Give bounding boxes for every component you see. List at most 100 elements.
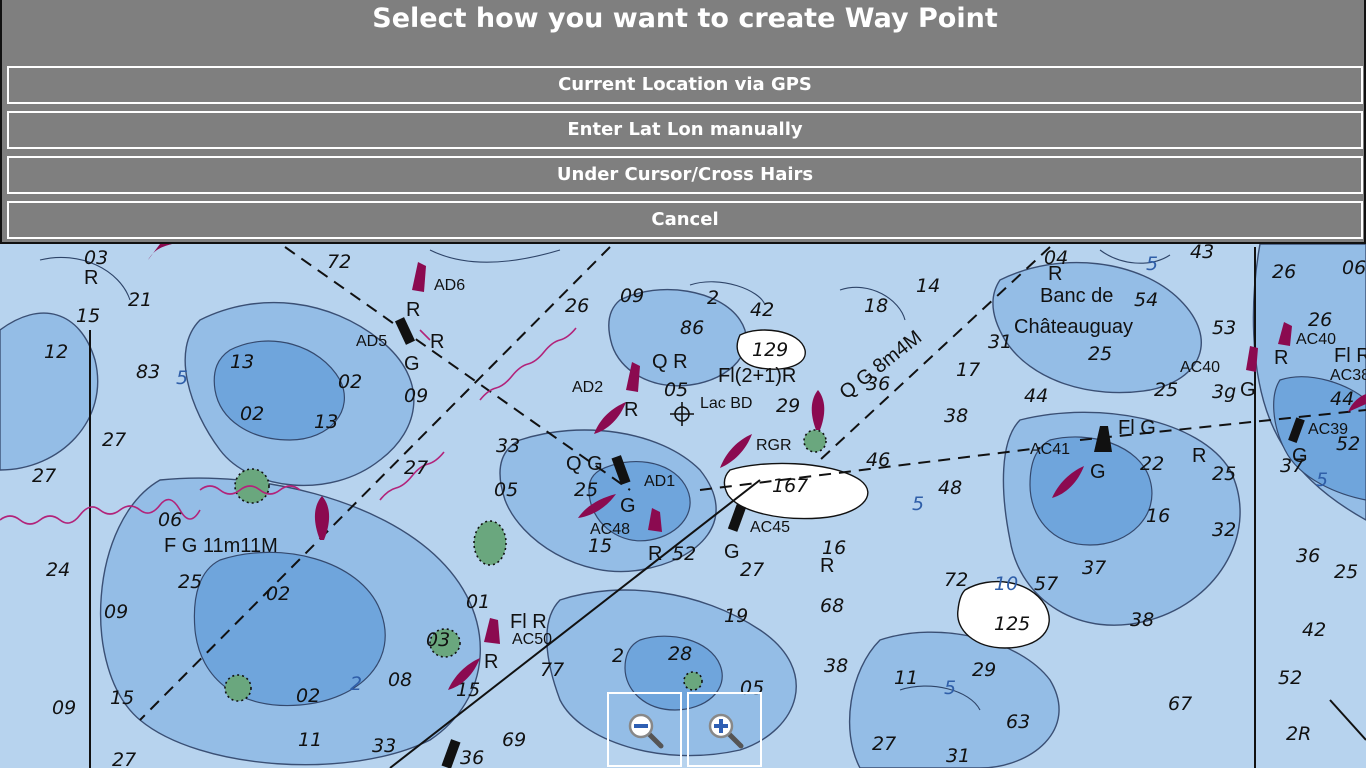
map-label-light: Fl R <box>1334 345 1366 367</box>
map-sounding: 13 <box>230 351 254 373</box>
map-sounding: 17 <box>956 359 980 381</box>
map-sounding: 29 <box>972 659 996 681</box>
map-buoy-letter: R <box>84 267 98 289</box>
map-sounding: 38 <box>1130 609 1154 631</box>
map-buoy-letter: G <box>620 495 636 517</box>
map-sounding: 68 <box>820 595 844 617</box>
zoom-out-button[interactable] <box>607 692 682 767</box>
gps-location-button[interactable]: Current Location via GPS <box>7 66 1363 104</box>
map-buoy-letter: G <box>724 541 740 563</box>
map-sounding: 38 <box>944 405 968 427</box>
map-sounding: 22 <box>1140 453 1164 475</box>
map-sounding: 2 <box>612 645 624 667</box>
map-sounding: 46 <box>866 449 890 471</box>
map-buoy-letter: R <box>430 331 444 353</box>
map-sounding: 48 <box>938 477 962 499</box>
map-label-light: F G 11m11M <box>164 535 278 557</box>
map-sounding: 25 <box>1334 561 1358 583</box>
map-sounding: 11 <box>298 729 322 751</box>
map-sounding: 44 <box>1024 385 1048 407</box>
map-buoy-letter: G <box>1240 379 1256 401</box>
map-sounding: 26 <box>565 295 589 317</box>
map-label-buoy-id: AC38 <box>1330 367 1366 384</box>
map-sounding: 36 <box>1296 545 1320 567</box>
cancel-button[interactable]: Cancel <box>7 201 1363 239</box>
map-sounding: 31 <box>946 745 970 767</box>
map-sounding: 08 <box>388 669 412 691</box>
map-sounding: 12 <box>44 341 68 363</box>
map-buoy-letter: R <box>624 399 638 421</box>
map-sounding: 44 <box>1330 388 1354 410</box>
map-sounding: 28 <box>668 643 692 665</box>
map-sounding: 02 <box>338 371 362 393</box>
map-sounding: 03 <box>426 629 450 651</box>
map-buoy-letter: R <box>484 651 498 673</box>
map-label-buoy-id: AC40 <box>1180 359 1220 376</box>
map-sounding: 52 <box>1278 667 1302 689</box>
map-sounding: 32 <box>1212 519 1236 541</box>
map-sounding: 52 <box>672 543 696 565</box>
map-sounding: 77 <box>540 659 564 681</box>
map-sounding: 36 <box>460 747 484 768</box>
map-sounding: 5 <box>1146 253 1158 275</box>
map-label-buoy-id: AC40 <box>1296 331 1336 348</box>
map-sounding: 37 <box>1082 557 1106 579</box>
cursor-crosshairs-button[interactable]: Under Cursor/Cross Hairs <box>7 156 1363 194</box>
map-sounding: 67 <box>1168 693 1192 715</box>
map-sounding: 13 <box>314 411 338 433</box>
map-sounding: 5 <box>1316 469 1328 491</box>
map-sounding: 31 <box>988 331 1012 353</box>
map-buoy-letter: R <box>1048 263 1062 285</box>
map-label-buoy-id: AD1 <box>644 473 675 490</box>
map-sounding: 25 <box>178 571 202 593</box>
map-sounding: 54 <box>1134 289 1158 311</box>
map-sounding: 167 <box>772 475 808 497</box>
map-sounding: 27 <box>404 457 428 479</box>
map-label-light: Fl(2+1)R <box>718 365 796 387</box>
map-label-buoy-id: AD2 <box>572 379 603 396</box>
map-label-light: Q R <box>652 351 688 373</box>
map-label-light: Q G <box>566 453 603 475</box>
map-sounding: 18 <box>864 295 888 317</box>
map-sounding: 02 <box>240 403 264 425</box>
map-label-rgr: RGR <box>756 437 792 454</box>
map-sounding: 09 <box>404 385 428 407</box>
dialog-title: Select how you want to create Way Point <box>372 3 998 34</box>
map-sounding: 5 <box>944 677 956 699</box>
map-sounding: 09 <box>620 285 644 307</box>
waypoint-dialog: Select how you want to create Way Point … <box>0 0 1366 244</box>
map-sounding: 33 <box>372 735 396 757</box>
map-sounding: 05 <box>664 379 688 401</box>
map-sounding: 83 <box>136 361 160 383</box>
map-label-chateauguay: Châteauguay <box>1014 316 1133 338</box>
map-sounding: 27 <box>32 465 56 487</box>
map-label-buoy-id: AC39 <box>1308 421 1348 438</box>
map-sounding: 15 <box>110 687 134 709</box>
map-label-banc: Banc de <box>1040 285 1113 307</box>
map-sounding: 16 <box>1146 505 1170 527</box>
map-buoy-letter: R <box>820 555 834 577</box>
map-sounding: 2 <box>350 673 362 695</box>
zoom-in-button[interactable] <box>687 692 762 767</box>
map-label-buoy-id: AC48 <box>590 521 630 538</box>
map-sounding: 27 <box>872 733 896 755</box>
map-sounding: 26 <box>1308 309 1332 331</box>
map-sounding: 2R <box>1286 723 1311 745</box>
zoom-out-icon <box>628 713 664 749</box>
map-sounding: 11 <box>894 667 918 689</box>
map-label-buoy-id: AC45 <box>750 519 790 536</box>
map-buoy-letter: R <box>1274 347 1288 369</box>
map-sounding: 42 <box>1302 619 1326 641</box>
map-sounding: 72 <box>944 569 968 591</box>
map-sounding: 86 <box>680 317 704 339</box>
manual-latlon-button[interactable]: Enter Lat Lon manually <box>7 111 1363 149</box>
map-sounding: 129 <box>752 339 788 361</box>
map-buoy-letter: R <box>648 543 662 565</box>
map-label-light: Fl G <box>1118 417 1156 439</box>
map-sounding: 15 <box>76 305 100 327</box>
map-sounding: 19 <box>724 605 748 627</box>
map-sounding: 5 <box>176 367 188 389</box>
map-label-buoy-id: AC50 <box>512 631 552 648</box>
map-sounding: 21 <box>128 289 152 311</box>
map-sounding: 2 <box>707 287 719 309</box>
